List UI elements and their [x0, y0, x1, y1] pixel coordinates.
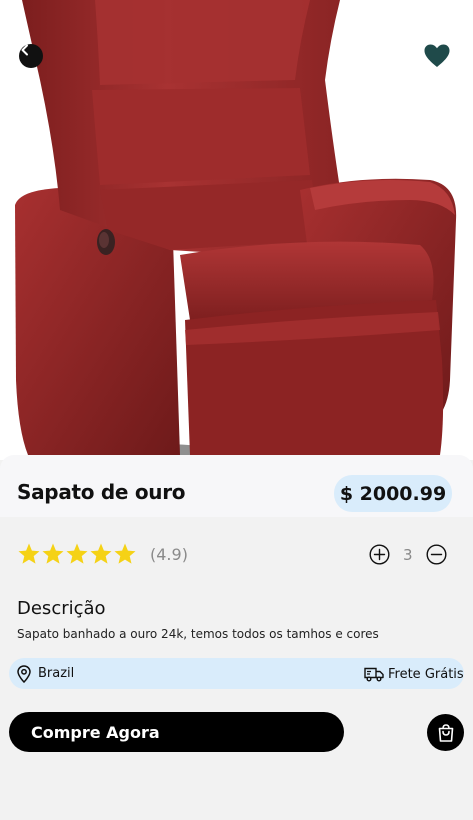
- description-text: Sapato banhado a ouro 24k, temos todos o…: [17, 627, 379, 641]
- buy-now-button[interactable]: Compre Agora: [9, 712, 344, 752]
- shipping-label: Frete Grátis: [388, 667, 464, 682]
- favorite-button[interactable]: [423, 42, 451, 70]
- location-label: Brazil: [38, 666, 75, 681]
- product-detail-screen: Sapato de ouro $ 2000.99 (4.9) 3 Descriç…: [0, 0, 473, 820]
- minus-circle-icon: [426, 544, 447, 565]
- quantity-value: 3: [403, 546, 413, 564]
- star-icon: [90, 543, 112, 564]
- rating-stars: [17, 542, 137, 566]
- increase-quantity-button[interactable]: [369, 544, 390, 565]
- recliner-chair-illustration: [15, 0, 457, 460]
- product-title: Sapato de ouro: [17, 480, 186, 504]
- plus-circle-icon: [369, 544, 390, 565]
- description-heading: Descrição: [17, 598, 106, 619]
- star-icon: [66, 543, 88, 564]
- shopping-bag-icon: [438, 723, 453, 742]
- map-pin-icon: [17, 665, 31, 683]
- rating-value: (4.9): [150, 545, 188, 564]
- product-image: [0, 0, 473, 460]
- truck-icon: [364, 667, 384, 682]
- star-icon: [18, 543, 40, 564]
- decrease-quantity-button[interactable]: [426, 544, 447, 565]
- heart-icon: [424, 44, 450, 67]
- chevron-left-icon: [21, 44, 28, 56]
- star-icon: [114, 543, 136, 564]
- star-icon: [42, 543, 64, 564]
- back-button[interactable]: [19, 44, 43, 68]
- price-badge: $ 2000.99: [334, 475, 452, 512]
- cart-button[interactable]: [427, 714, 464, 751]
